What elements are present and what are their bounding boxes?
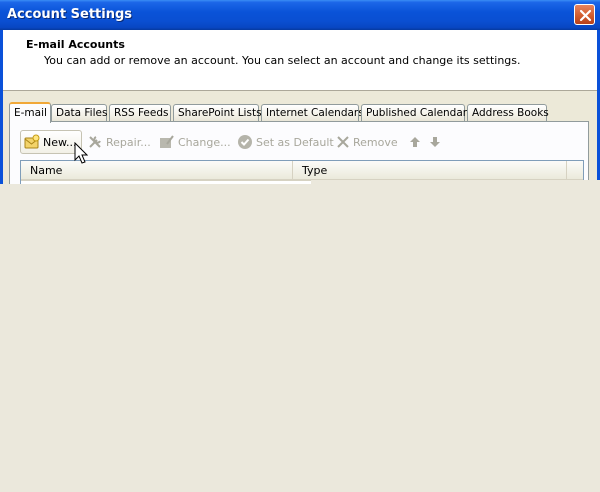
column-header-type[interactable]: Type [293,161,567,179]
header-title: E-mail Accounts [26,38,125,51]
change-icon [160,135,174,148]
window-left-border [0,30,3,184]
checkmark-icon [238,135,252,149]
remove-button[interactable]: Remove [333,130,401,154]
tab-sharepoint-lists[interactable]: SharePoint Lists [173,104,262,122]
title-bar[interactable]: Account Settings [0,0,600,30]
arrow-up-icon [410,137,420,147]
new-button[interactable]: New... [20,130,82,154]
close-icon [579,9,592,22]
unrendered-area [0,184,600,492]
repair-button-label: Repair... [106,135,151,149]
new-button-label: New... [43,135,77,149]
column-header-name[interactable]: Name [21,161,293,179]
header-description: You can add or remove an account. You ca… [44,54,521,67]
repair-icon [89,136,101,148]
new-account-icon [24,134,40,149]
tab-rss-feeds[interactable]: RSS Feeds [109,104,171,122]
remove-x-icon [337,136,349,148]
arrow-down-icon [430,137,440,147]
window-title: Account Settings [7,7,133,22]
move-down-button[interactable] [426,130,444,154]
remove-button-label: Remove [353,135,398,149]
set-default-button[interactable]: Set as Default [234,130,337,154]
mouse-cursor-icon [74,142,88,164]
move-up-button[interactable] [406,130,424,154]
change-button[interactable]: Change... [156,130,234,154]
tab-email[interactable]: E-mail [9,102,51,123]
change-button-label: Change... [178,135,231,149]
close-button[interactable] [574,4,595,25]
tab-data-files[interactable]: Data Files [51,104,107,122]
tab-internet-calendars[interactable]: Internet Calendars [261,104,364,122]
account-toolbar: New... Repair... Change... Set as Defaul… [20,130,580,154]
set-default-button-label: Set as Default [256,135,334,149]
tab-strip: E-mail Data Files RSS Feeds SharePoint L… [9,102,589,123]
dialog-header: E-mail Accounts You can add or remove an… [3,30,597,91]
tab-address-books[interactable]: Address Books [467,104,549,122]
tab-published-calendars[interactable]: Published Calendars [361,104,473,122]
repair-button[interactable]: Repair... [84,130,154,154]
accounts-list-header: Name Type [21,161,583,181]
